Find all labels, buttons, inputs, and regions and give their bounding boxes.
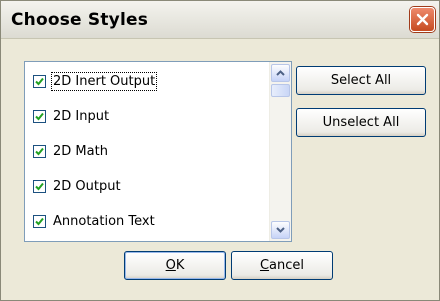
cancel-mnemonic: C bbox=[259, 258, 270, 273]
list-item[interactable]: 2D Output bbox=[33, 176, 121, 196]
ok-button[interactable]: OK bbox=[124, 251, 226, 280]
list-item-label: 2D Inert Output bbox=[50, 71, 158, 91]
style-checkbox[interactable] bbox=[33, 109, 46, 123]
checkmark-icon bbox=[35, 217, 44, 225]
list-item[interactable]: 2D Input bbox=[33, 106, 109, 126]
title-bar[interactable]: Choose Styles bbox=[1, 1, 439, 39]
cancel-label-rest: ancel bbox=[269, 258, 305, 273]
checkmark-icon bbox=[35, 112, 44, 120]
list-item[interactable]: 2D Inert Output bbox=[33, 71, 158, 91]
scroll-up-arrow-icon bbox=[276, 70, 285, 76]
style-checkbox[interactable] bbox=[33, 214, 46, 228]
close-x-icon bbox=[416, 13, 429, 26]
scroll-down-arrow-icon bbox=[276, 227, 285, 233]
ok-mnemonic: O bbox=[165, 258, 176, 273]
list-item-label: Annotation Text bbox=[53, 213, 155, 229]
list-item-label: 2D Input bbox=[53, 108, 110, 124]
style-checkbox[interactable] bbox=[33, 74, 46, 88]
checkmark-icon bbox=[35, 77, 44, 85]
ok-label-rest: K bbox=[175, 258, 185, 273]
unselect-all-button[interactable]: Unselect All bbox=[296, 108, 426, 137]
list-item-label: 2D Math bbox=[53, 143, 108, 159]
choose-styles-dialog: Choose Styles 2D Inert Output 2D Input 2… bbox=[0, 0, 440, 301]
list-item[interactable]: 2D Math bbox=[33, 141, 108, 161]
dialog-title: Choose Styles bbox=[11, 10, 149, 30]
styles-list[interactable]: 2D Inert Output 2D Input 2D Math 2D Outp… bbox=[24, 61, 292, 242]
checkmark-icon bbox=[35, 147, 44, 155]
unselect-all-label: Unselect All bbox=[322, 115, 400, 130]
select-all-button[interactable]: Select All bbox=[296, 66, 426, 95]
cancel-button[interactable]: Cancel bbox=[231, 251, 333, 280]
list-item-label: 2D Output bbox=[53, 178, 121, 194]
scrollbar-thumb[interactable] bbox=[271, 84, 290, 97]
scroll-up-button[interactable] bbox=[271, 64, 290, 82]
close-button[interactable] bbox=[410, 7, 435, 32]
checkmark-icon bbox=[35, 182, 44, 190]
list-item[interactable]: Annotation Text bbox=[33, 211, 155, 231]
scroll-down-button[interactable] bbox=[271, 221, 290, 239]
style-checkbox[interactable] bbox=[33, 144, 46, 158]
select-all-label: Select All bbox=[330, 73, 392, 88]
style-checkbox[interactable] bbox=[33, 179, 46, 193]
vertical-scrollbar[interactable] bbox=[269, 62, 291, 241]
